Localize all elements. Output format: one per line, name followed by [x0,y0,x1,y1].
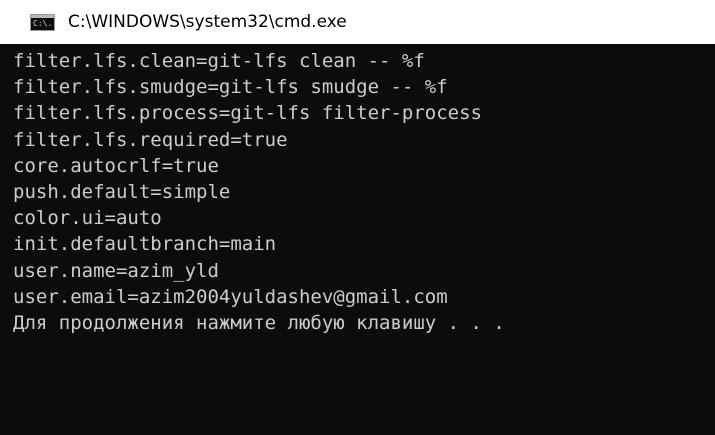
console-output[interactable]: filter.lfs.clean=git-lfs clean -- %f fil… [0,44,715,435]
title-bar[interactable]: C:\. C:\WINDOWS\system32\cmd.exe [0,0,715,44]
cmd-icon-glyph: C:\. [33,18,53,28]
console-line: push.default=simple [13,180,231,203]
console-line: filter.lfs.required=true [13,128,288,151]
console-line: user.email=azim2004yuldashev@gmail.com [13,285,448,308]
console-line: init.defaultbranch=main [13,233,277,256]
console-line: filter.lfs.clean=git-lfs clean -- %f [13,50,425,72]
console-line: user.name=azim_yld [13,259,219,282]
cmd-icon[interactable]: C:\. [30,13,55,31]
console-line: filter.lfs.process=git-lfs filter-proces… [13,102,482,125]
window-title: C:\WINDOWS\system32\cmd.exe [68,12,347,32]
cmd-window: C:\. C:\WINDOWS\system32\cmd.exe filter.… [0,0,715,435]
console-prompt-line: Для продолжения нажмите любую клавишу . … [13,311,505,334]
console-line: core.autocrlf=true [13,154,219,177]
console-line: color.ui=auto [13,207,162,230]
console-line: filter.lfs.smudge=git-lfs smudge -- %f [13,76,448,99]
